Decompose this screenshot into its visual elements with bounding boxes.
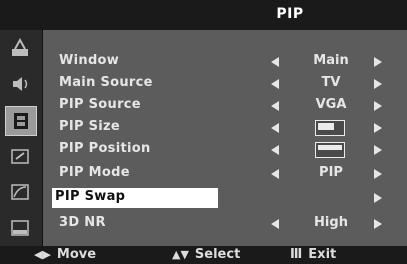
left-arrow-icon[interactable] xyxy=(271,169,279,179)
row-value: PIP xyxy=(319,165,343,180)
menu-row-pip-size[interactable]: PIP Size xyxy=(43,118,407,138)
pip-position-icon xyxy=(315,142,345,158)
menu-row-pip-position[interactable]: PIP Position xyxy=(43,140,407,160)
row-label: Window xyxy=(59,53,120,68)
left-arrow-icon[interactable] xyxy=(271,219,279,229)
left-arrow-icon[interactable] xyxy=(271,101,279,111)
menu-row-pip-mode[interactable]: PIP Mode PIP xyxy=(43,164,407,184)
row-value: TV xyxy=(321,75,341,90)
row-label: PIP Swap xyxy=(55,189,126,204)
pip-size-icon xyxy=(315,120,345,136)
row-label: PIP Position xyxy=(59,141,151,156)
left-arrow-icon[interactable] xyxy=(271,145,279,155)
right-arrow-icon[interactable] xyxy=(374,169,382,179)
right-arrow-icon[interactable] xyxy=(374,79,382,89)
right-arrow-icon[interactable] xyxy=(374,219,382,229)
select-label: Select xyxy=(194,247,241,262)
right-arrow-icon[interactable] xyxy=(374,57,382,67)
right-arrow-icon[interactable] xyxy=(374,193,382,203)
menu-row-3d-nr[interactable]: 3D NR High xyxy=(43,214,407,234)
row-value: High xyxy=(314,215,348,230)
menu-header: PIP xyxy=(0,0,407,30)
row-label: PIP Source xyxy=(59,97,141,112)
picture-icon[interactable] xyxy=(5,34,35,62)
function-icon[interactable] xyxy=(5,178,35,206)
select-hint: ▲▼ Select xyxy=(172,247,240,262)
left-arrow-icon[interactable] xyxy=(271,79,279,89)
move-label: Move xyxy=(56,247,97,262)
row-value: Main xyxy=(313,53,349,68)
sound-icon[interactable] xyxy=(5,70,35,98)
right-arrow-icon[interactable] xyxy=(374,123,382,133)
row-label: PIP Mode xyxy=(59,165,130,180)
left-arrow-icon[interactable] xyxy=(271,123,279,133)
menu-row-pip-swap[interactable]: PIP Swap xyxy=(43,188,407,208)
menu-row-window[interactable]: Window Main xyxy=(43,52,407,72)
row-value: VGA xyxy=(315,97,347,112)
category-sidebar xyxy=(0,30,43,246)
exit-hint: Ⅲ Exit xyxy=(290,247,336,262)
menu-button-icon: Ⅲ xyxy=(290,247,303,262)
up-down-arrow-icon: ▲▼ xyxy=(172,248,189,261)
move-hint: ◀▶ Move xyxy=(34,247,96,262)
row-label: 3D NR xyxy=(59,215,106,230)
pip-icon[interactable] xyxy=(5,214,35,242)
row-label: Main Source xyxy=(59,75,153,90)
nav-footer: ◀▶ Move ▲▼ Select Ⅲ Exit xyxy=(0,246,407,264)
right-arrow-icon[interactable] xyxy=(374,101,382,111)
row-label: PIP Size xyxy=(59,119,121,134)
menu-row-main-source[interactable]: Main Source TV xyxy=(43,74,407,94)
pip-settings-panel: Window Main Main Source TV PIP Source VG… xyxy=(43,30,407,246)
right-arrow-icon[interactable] xyxy=(374,145,382,155)
setup-icon[interactable] xyxy=(5,106,37,136)
left-arrow-icon[interactable] xyxy=(271,57,279,67)
menu-title: PIP xyxy=(276,6,304,22)
input-icon[interactable] xyxy=(5,142,35,170)
menu-row-pip-source[interactable]: PIP Source VGA xyxy=(43,96,407,116)
left-right-arrow-icon: ◀▶ xyxy=(34,248,51,261)
exit-label: Exit xyxy=(308,247,337,262)
